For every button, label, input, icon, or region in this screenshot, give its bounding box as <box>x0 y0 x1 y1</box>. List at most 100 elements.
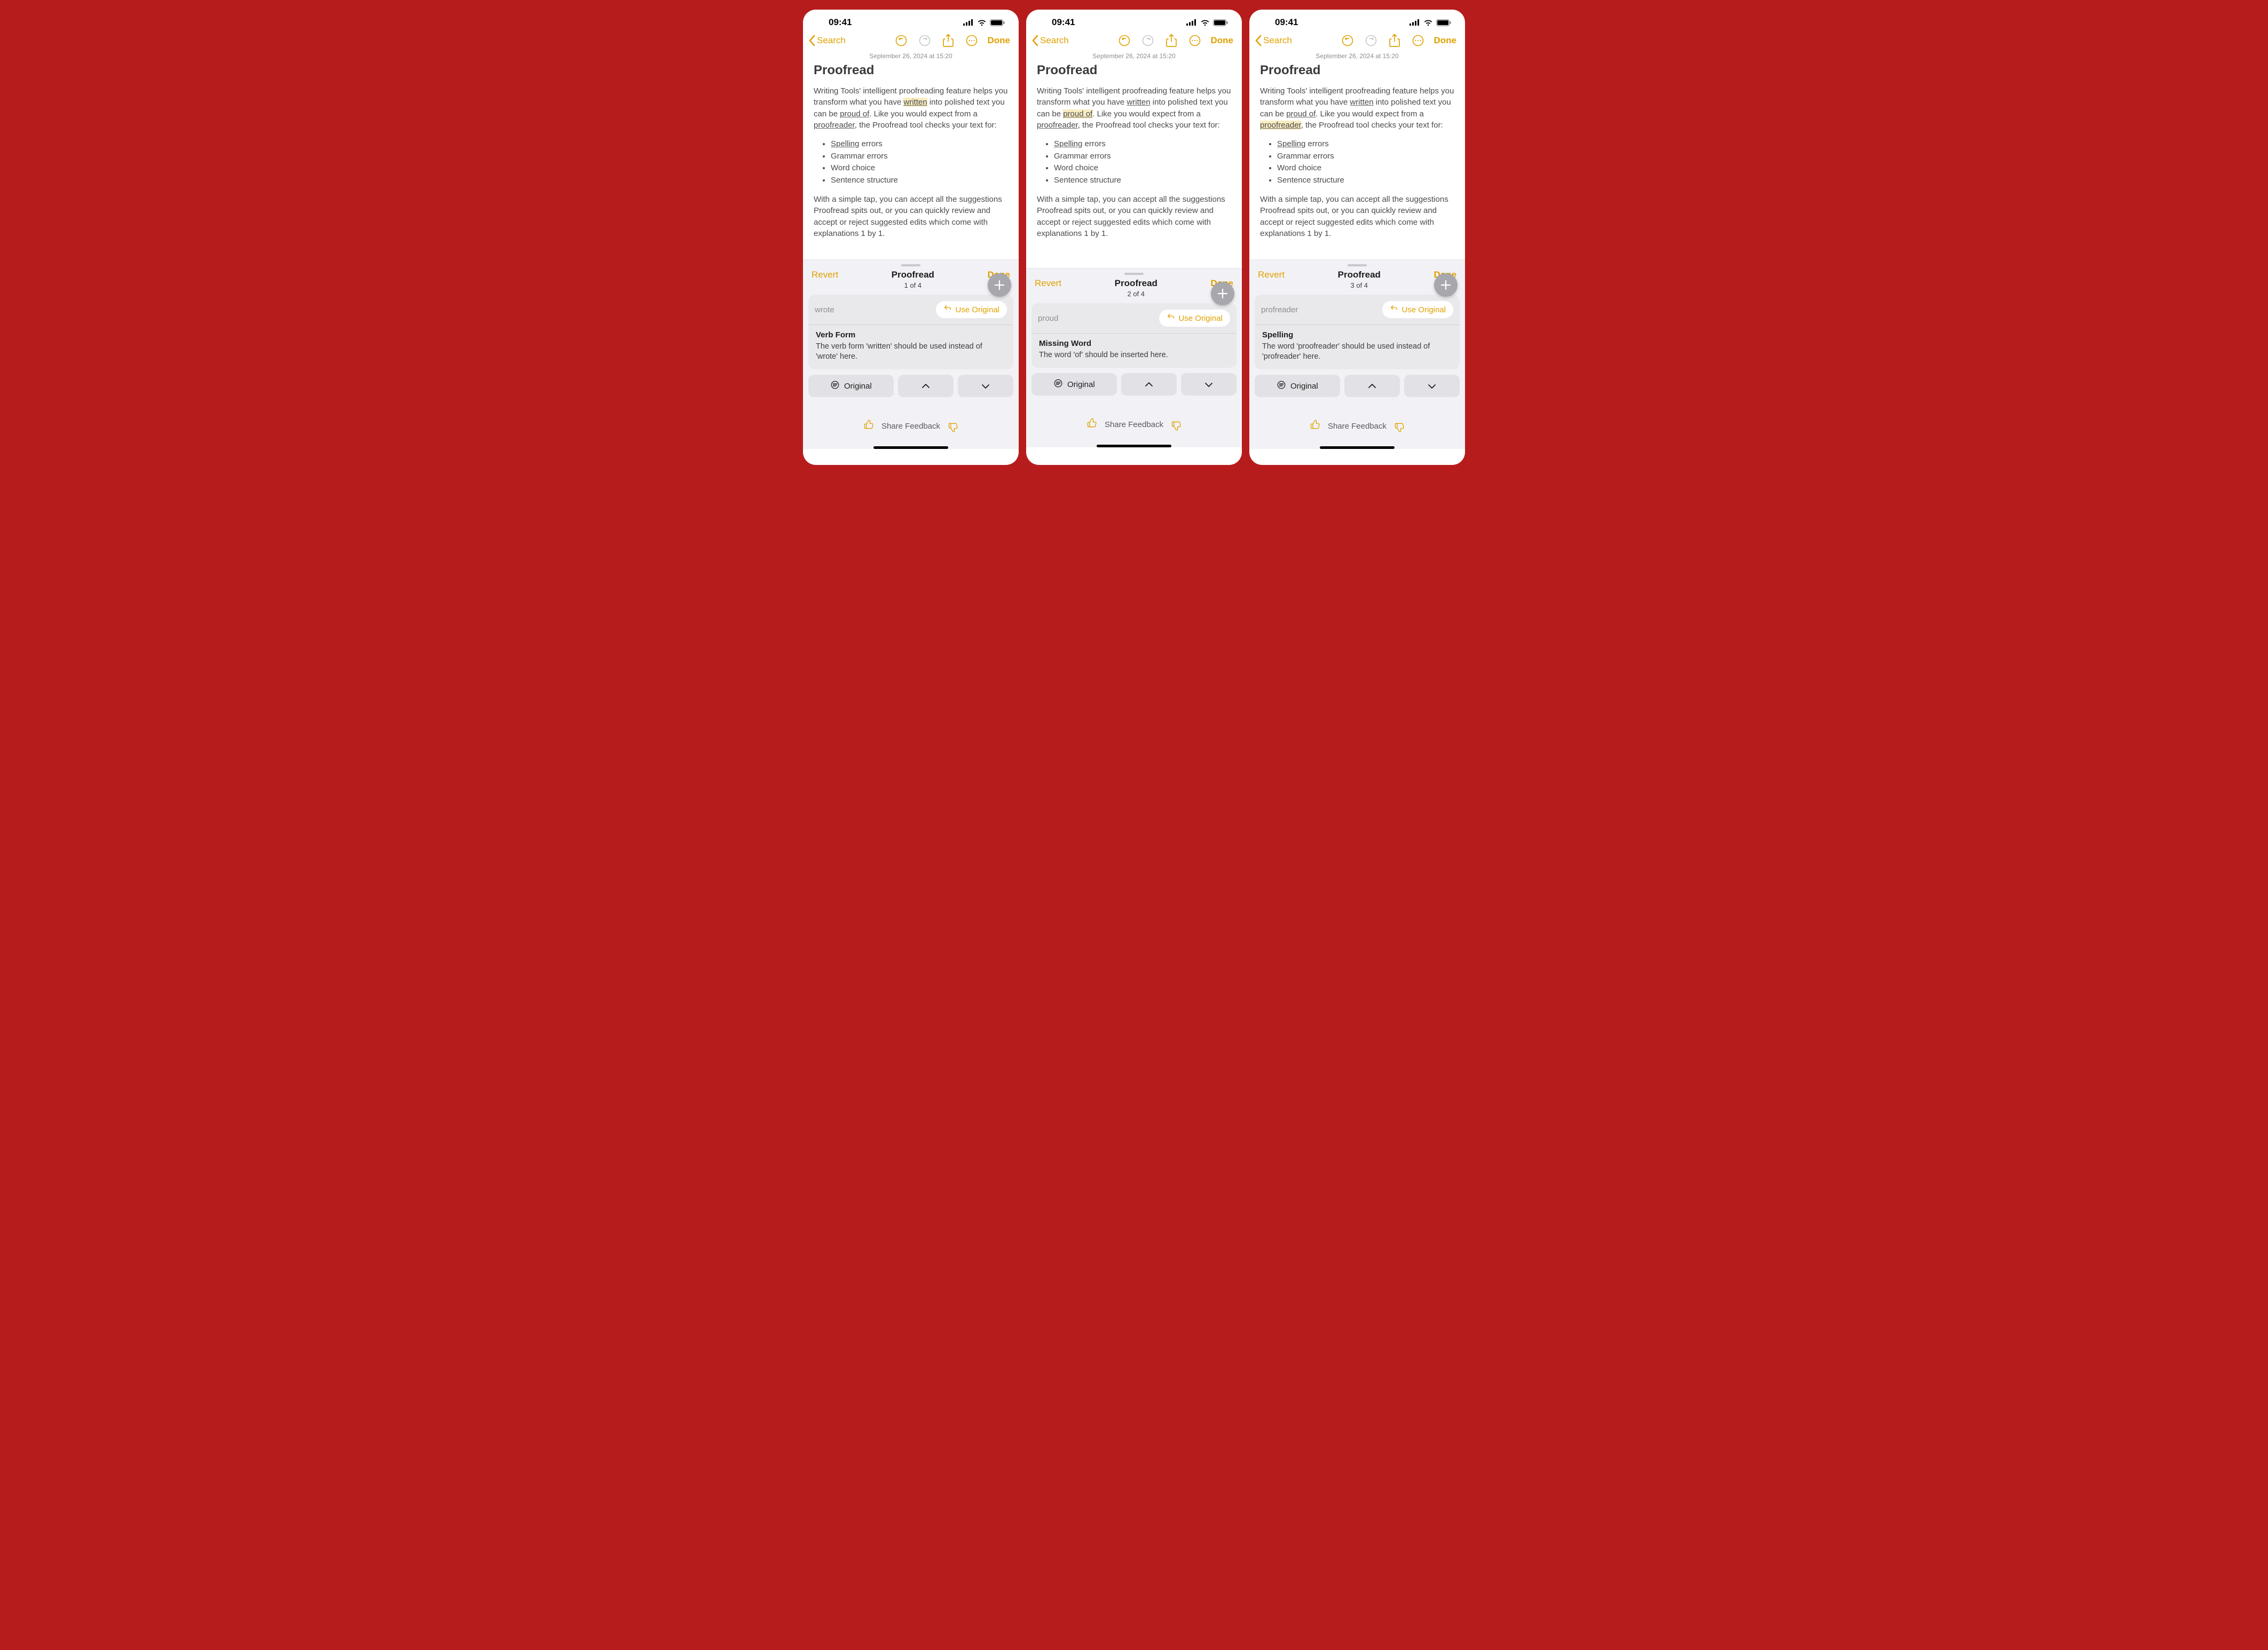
list-item: Spelling errors <box>831 138 1008 151</box>
action-row: Original <box>1255 375 1460 397</box>
suggestion-proud[interactable]: proud of <box>840 109 869 119</box>
prev-suggestion-button[interactable] <box>1121 373 1177 396</box>
suggestion-proud[interactable]: proud of <box>1063 109 1092 119</box>
status-icons <box>1186 19 1228 26</box>
suggestion-card: profreader Use Original Spelling The wor… <box>1255 295 1460 369</box>
thumbs-up-icon[interactable] <box>1310 420 1320 432</box>
original-toggle-button[interactable]: Original <box>1031 373 1117 396</box>
nav-actions: Done <box>1117 33 1234 48</box>
revert-button[interactable]: Revert <box>812 270 838 280</box>
suggestion-written[interactable]: written <box>1127 98 1150 107</box>
original-icon <box>830 380 840 392</box>
back-button[interactable]: Search <box>1031 35 1069 46</box>
sheet-header: Revert Proofread 2 of 4 Done <box>1026 278 1242 303</box>
next-suggestion-button[interactable] <box>1181 373 1237 396</box>
next-suggestion-button[interactable] <box>1404 375 1460 397</box>
more-button[interactable] <box>1411 33 1426 48</box>
undo-button[interactable] <box>1340 33 1355 48</box>
undo-button[interactable] <box>894 33 909 48</box>
redo-button[interactable] <box>1140 33 1155 48</box>
phone-mockup: 09:41 Search Done September 26, 2024 at … <box>1026 10 1242 465</box>
action-row: Original <box>808 375 1013 397</box>
use-original-button[interactable]: Use Original <box>1159 310 1230 327</box>
nav-done-button[interactable]: Done <box>1434 35 1457 46</box>
nav-done-button[interactable]: Done <box>988 35 1011 46</box>
suggestion-spelling[interactable]: Spelling <box>1277 139 1305 148</box>
original-word: proud <box>1038 314 1058 323</box>
share-feedback-label[interactable]: Share Feedback <box>1105 420 1163 429</box>
suggestion-proofreader[interactable]: proofreader <box>1260 121 1301 130</box>
thumbs-down-icon[interactable] <box>948 420 958 432</box>
list-item: Word choice <box>831 162 1008 175</box>
sheet-grabber[interactable] <box>901 264 920 266</box>
thumbs-up-icon[interactable] <box>863 420 874 432</box>
add-button[interactable] <box>1211 282 1234 305</box>
thumbs-down-icon[interactable] <box>1171 418 1182 431</box>
sheet-grabber[interactable] <box>1348 264 1367 266</box>
home-indicator[interactable] <box>1097 445 1171 447</box>
note-content[interactable]: Proofread Writing Tools' intelligent pro… <box>1026 60 1242 253</box>
nav-done-button[interactable]: Done <box>1211 35 1234 46</box>
home-indicator[interactable] <box>1320 446 1395 449</box>
status-bar: 09:41 <box>1026 10 1242 31</box>
list-item: Sentence structure <box>831 175 1008 187</box>
issue-description: The verb form 'written' should be used i… <box>816 342 1006 362</box>
share-feedback-label[interactable]: Share Feedback <box>881 422 940 431</box>
nav-actions: Done <box>894 33 1011 48</box>
add-button[interactable] <box>988 273 1011 297</box>
share-button[interactable] <box>941 33 956 48</box>
suggestion-proofreader[interactable]: proofreader <box>1037 121 1078 130</box>
original-word: profreader <box>1261 305 1298 314</box>
sheet-counter: 2 of 4 <box>1061 290 1210 298</box>
original-icon <box>1277 380 1286 392</box>
share-button[interactable] <box>1387 33 1402 48</box>
share-button[interactable] <box>1164 33 1179 48</box>
paragraph-2: With a simple tap, you can accept all th… <box>1260 194 1454 239</box>
status-bar: 09:41 <box>1249 10 1465 31</box>
use-original-button[interactable]: Use Original <box>936 301 1007 318</box>
sheet-header: Revert Proofread 1 of 4 Done <box>803 270 1019 295</box>
issue-title: Verb Form <box>816 330 1006 340</box>
prev-suggestion-button[interactable] <box>1344 375 1400 397</box>
issue-title: Spelling <box>1262 330 1452 340</box>
suggestion-written[interactable]: written <box>903 98 927 107</box>
list-item: Spelling errors <box>1054 138 1231 151</box>
undo-button[interactable] <box>1117 33 1132 48</box>
thumbs-up-icon[interactable] <box>1086 418 1097 431</box>
check-list: Spelling errors Grammar errors Word choi… <box>1054 138 1231 186</box>
share-feedback-label[interactable]: Share Feedback <box>1328 422 1387 431</box>
next-suggestion-button[interactable] <box>958 375 1013 397</box>
home-indicator[interactable] <box>873 446 948 449</box>
suggestion-proud[interactable]: proud of <box>1286 109 1316 119</box>
paragraph-1: Writing Tools' intelligent proofreading … <box>1260 85 1454 131</box>
signal-icon <box>963 19 974 26</box>
note-content[interactable]: Proofread Writing Tools' intelligent pro… <box>803 60 1019 253</box>
thumbs-down-icon[interactable] <box>1394 420 1405 432</box>
suggestion-proofreader[interactable]: proofreader <box>814 121 855 130</box>
note-title: Proofread <box>1037 63 1231 78</box>
list-item: Grammar errors <box>1277 151 1454 163</box>
add-button[interactable] <box>1434 273 1458 297</box>
list-item: Word choice <box>1277 162 1454 175</box>
note-content[interactable]: Proofread Writing Tools' intelligent pro… <box>1249 60 1465 253</box>
suggestion-spelling[interactable]: Spelling <box>831 139 859 148</box>
nav-actions: Done <box>1340 33 1457 48</box>
suggestion-spelling[interactable]: Spelling <box>1054 139 1082 148</box>
back-button[interactable]: Search <box>808 35 846 46</box>
redo-button[interactable] <box>917 33 932 48</box>
prev-suggestion-button[interactable] <box>898 375 954 397</box>
use-original-button[interactable]: Use Original <box>1382 301 1453 318</box>
original-toggle-button[interactable]: Original <box>808 375 894 397</box>
revert-button[interactable]: Revert <box>1258 270 1285 280</box>
sheet-grabber[interactable] <box>1124 273 1144 275</box>
suggestion-written[interactable]: written <box>1350 98 1373 107</box>
revert-button[interactable]: Revert <box>1035 278 1061 289</box>
original-toggle-button[interactable]: Original <box>1255 375 1340 397</box>
more-button[interactable] <box>1187 33 1202 48</box>
back-button[interactable]: Search <box>1255 35 1292 46</box>
redo-button[interactable] <box>1364 33 1379 48</box>
nav-bar: Search Done <box>1026 31 1242 51</box>
signal-icon <box>1186 19 1197 26</box>
wifi-icon <box>1423 19 1433 26</box>
more-button[interactable] <box>964 33 979 48</box>
